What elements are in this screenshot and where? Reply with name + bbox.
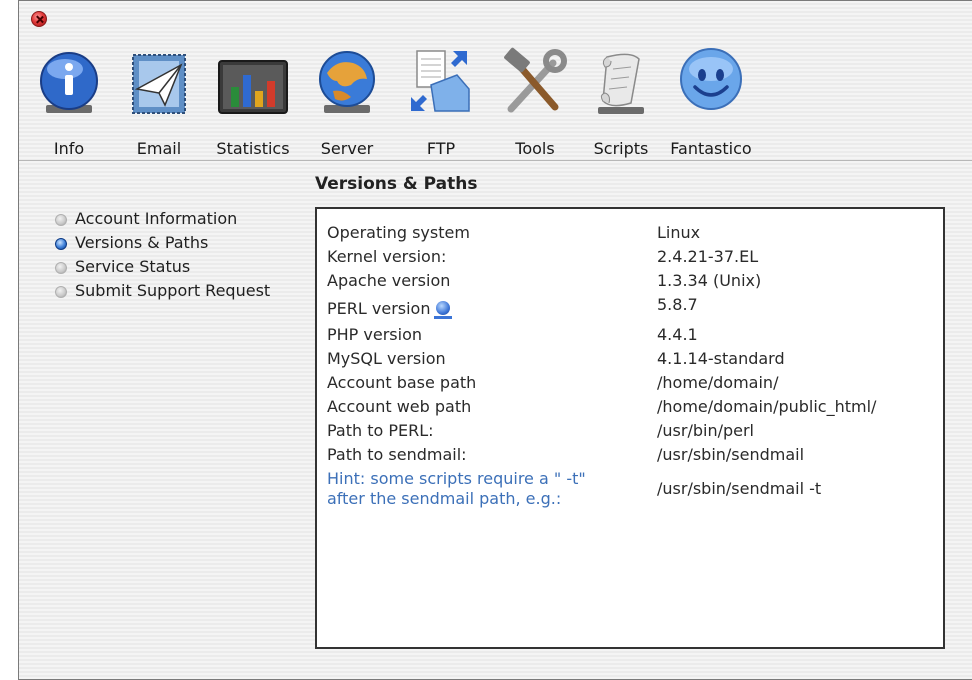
section-title: Versions & Paths (315, 174, 478, 194)
ftp-icon (411, 50, 470, 112)
sidebar-item-submit-support-request[interactable]: Submit Support Request (55, 280, 315, 304)
sidebar-item-label: Service Status (75, 257, 191, 276)
toolbar-server-label: Server (320, 139, 374, 158)
detail-value: 4.1.14-standard (657, 349, 785, 368)
toolbar-fantastico-button[interactable]: Fantastico (665, 45, 757, 159)
detail-key: Path to sendmail: (327, 445, 467, 464)
detail-value: Linux (657, 223, 701, 242)
info-icon (40, 52, 98, 113)
toolbar-ftp-label: FTP (426, 139, 456, 158)
statistics-icon (218, 60, 288, 114)
detail-key: Account base path (327, 373, 477, 392)
toolbar-tools-label: Tools (515, 139, 555, 158)
detail-value: /home/domain/ (657, 373, 779, 392)
detail-value: /home/domain/public_html/ (657, 397, 877, 416)
hint-line-2: after the sendmail path, e.g.: (327, 489, 562, 508)
detail-key: PERL version (327, 299, 453, 319)
close-window-button[interactable] (31, 11, 47, 27)
sendmail-hint: Hint: some scripts require a " -t" after… (327, 469, 586, 509)
detail-value: 1.3.34 (Unix) (657, 271, 762, 290)
detail-value: /usr/sbin/sendmail (657, 445, 805, 464)
fantastico-icon (680, 48, 742, 110)
detail-key: Account web path (327, 397, 472, 416)
email-icon (132, 54, 186, 114)
title-bar (19, 1, 972, 37)
app-window: Info Email Statistics Server FTP Tools S… (18, 0, 972, 680)
radio-dot-selected-icon (55, 238, 67, 250)
toolbar-server-button[interactable]: Server (301, 45, 393, 159)
sidebar-item-label: Versions & Paths (75, 233, 209, 252)
toolbar-statistics-label: Statistics (216, 139, 290, 158)
hint-value: /usr/sbin/sendmail -t (657, 479, 822, 498)
toolbar-info-label: Info (53, 139, 85, 158)
toolbar: Info Email Statistics Server FTP Tools S… (19, 37, 972, 161)
toolbar-scripts-button[interactable]: Scripts (575, 45, 667, 159)
detail-value: 4.4.1 (657, 325, 698, 344)
toolbar-fantastico-label: Fantastico (670, 139, 752, 158)
toolbar-statistics-button[interactable]: Statistics (207, 45, 299, 159)
toolbar-email-label: Email (136, 139, 182, 158)
perl-version-label: PERL version (327, 299, 431, 318)
detail-key: PHP version (327, 325, 423, 344)
sidebar-item-service-status[interactable]: Service Status (55, 256, 315, 280)
versions-paths-panel: Operating system Linux Kernel version: 2… (315, 207, 945, 649)
server-icon (319, 51, 375, 113)
radio-dot-icon (55, 286, 67, 298)
detail-key: Path to PERL: (327, 421, 434, 440)
detail-value: 2.4.21-37.EL (657, 247, 759, 266)
tools-icon (504, 47, 567, 113)
toolbar-email-button[interactable]: Email (113, 45, 205, 159)
perl-info-icon[interactable] (434, 301, 453, 319)
sidebar-item-versions-paths[interactable]: Versions & Paths (55, 232, 315, 256)
scripts-icon (598, 53, 644, 114)
radio-dot-icon (55, 262, 67, 274)
detail-key: Apache version (327, 271, 451, 290)
detail-value: 5.8.7 (657, 295, 698, 314)
detail-value: /usr/bin/perl (657, 421, 754, 440)
sidebar-item-label: Submit Support Request (75, 281, 271, 300)
hint-line-1: Hint: some scripts require a " -t" (327, 469, 586, 488)
toolbar-scripts-label: Scripts (593, 139, 649, 158)
sidebar-item-account-information[interactable]: Account Information (55, 208, 315, 232)
detail-key: Kernel version: (327, 247, 447, 266)
toolbar-tools-button[interactable]: Tools (489, 45, 581, 159)
toolbar-info-button[interactable]: Info (23, 45, 115, 159)
sidebar-item-label: Account Information (75, 209, 238, 228)
toolbar-ftp-button[interactable]: FTP (395, 45, 487, 159)
sidebar-nav: Account Information Versions & Paths Ser… (55, 208, 315, 304)
detail-key: MySQL version (327, 349, 446, 368)
radio-dot-icon (55, 214, 67, 226)
detail-key: Operating system (327, 223, 470, 242)
